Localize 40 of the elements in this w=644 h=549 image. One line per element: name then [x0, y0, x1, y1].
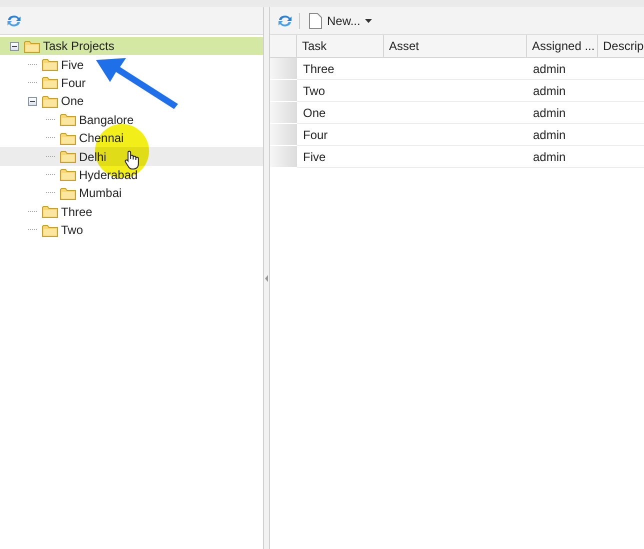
folder-icon [60, 113, 76, 126]
table-cell: Four [297, 124, 384, 146]
tree-node-label[interactable]: Two [61, 223, 84, 238]
column-header[interactable]: Assigned ... [527, 35, 598, 58]
table-cell: Two [297, 80, 384, 102]
folder-icon [60, 186, 76, 200]
column-header[interactable]: Descrip [598, 35, 644, 58]
tree-node-label[interactable]: Three [61, 204, 92, 219]
folder-icon [60, 150, 76, 164]
table-cell: One [297, 102, 384, 124]
folder-icon [42, 76, 58, 90]
folder-icon [60, 168, 76, 182]
column-header[interactable]: Asset [384, 35, 527, 58]
new-button[interactable]: New... [306, 10, 376, 30]
collapse-toggle-icon[interactable] [28, 96, 37, 106]
table-cell: admin [527, 124, 598, 146]
table-cell: Three [297, 58, 384, 80]
hand-cursor-icon [124, 150, 140, 170]
refresh-icon[interactable] [6, 12, 22, 28]
tree-node-label[interactable]: Five [61, 58, 84, 72]
table-cell: admin [527, 80, 598, 102]
tree-node-label[interactable]: Mumbai [79, 186, 122, 200]
folder-icon [42, 224, 58, 237]
collapse-toggle-icon[interactable] [10, 42, 19, 51]
caret-icon [365, 18, 372, 22]
folder-icon [42, 205, 58, 218]
refresh-icon[interactable] [277, 12, 293, 28]
tree-node-label[interactable]: One [61, 94, 84, 108]
page-icon [309, 12, 322, 28]
folder-icon [24, 40, 40, 53]
table-cell: admin [527, 102, 598, 124]
column-header[interactable]: Task [297, 35, 384, 58]
tree-node-label[interactable]: Four [61, 76, 86, 90]
table-cell: admin [527, 58, 598, 80]
table-cell: admin [527, 146, 598, 168]
folder-icon [60, 132, 76, 145]
folder-icon [42, 94, 58, 108]
table-cell: Five [297, 146, 384, 168]
tree-node-label[interactable]: Bangalore [79, 112, 134, 127]
folder-icon [42, 58, 58, 72]
